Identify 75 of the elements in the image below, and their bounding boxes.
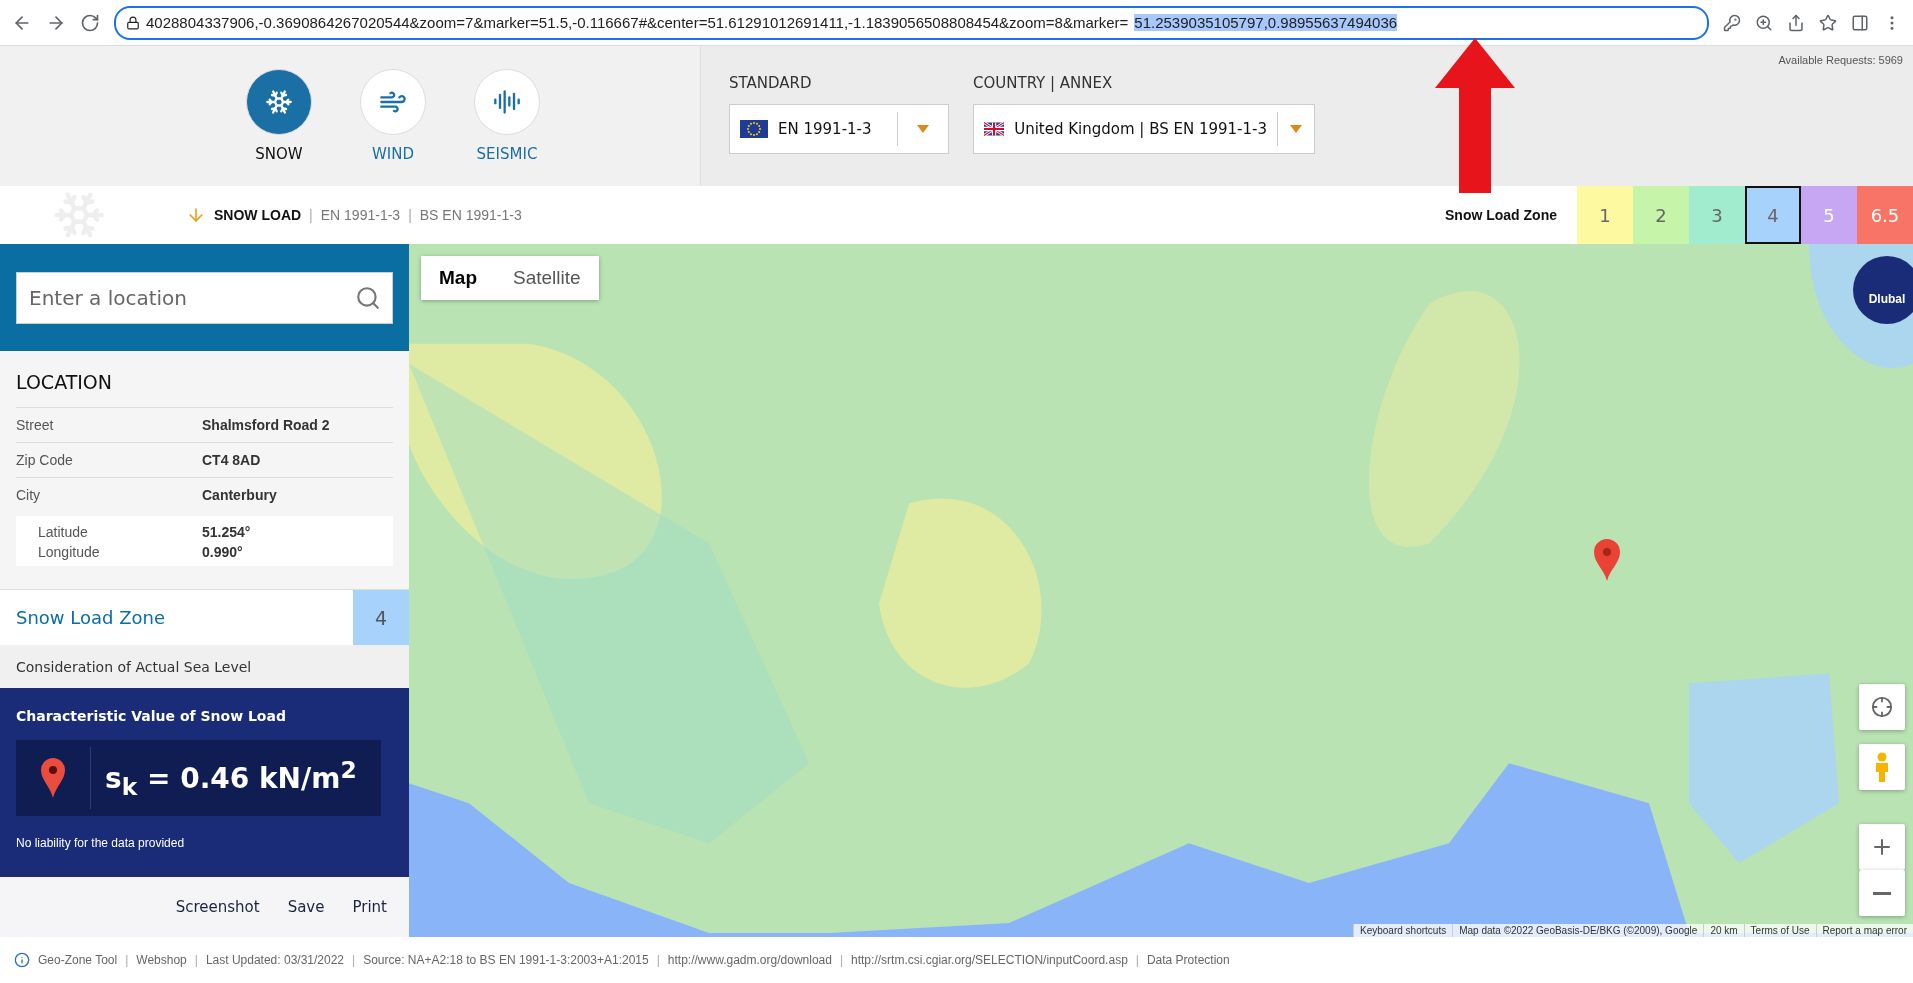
zone-swatch[interactable]: 1	[1577, 186, 1633, 244]
reload-icon[interactable]	[80, 12, 100, 33]
dropdown-label: COUNTRY | ANNEX	[973, 74, 1114, 92]
zoom-in-button[interactable]	[1859, 824, 1905, 870]
select-dropdown[interactable]: EN 1991-1-3	[729, 104, 949, 154]
footer-text: Last Updated: 03/31/2022	[205, 953, 345, 967]
field-value: 51.254°	[202, 524, 252, 540]
zoom-icon[interactable]	[1755, 13, 1773, 32]
action-link[interactable]: Screenshot	[175, 898, 260, 916]
map-type-tab[interactable]: Map	[421, 256, 495, 300]
footer-link[interactable]: Data Protection	[1146, 953, 1230, 967]
snow-load-value: s$_{k}$ = 0.46 kN/m$^{2}$	[104, 755, 357, 801]
waveform-icon	[493, 88, 521, 116]
breadcrumb-title: SNOW LOAD	[214, 207, 302, 223]
breadcrumb-item: EN 1991-1-3	[320, 207, 401, 223]
zone-value: 4	[353, 590, 409, 645]
search-icon[interactable]	[355, 284, 381, 311]
eu-flag-icon	[740, 120, 768, 138]
field-label: Longitude	[38, 544, 101, 560]
action-link[interactable]: Save	[287, 898, 325, 916]
snowflake-icon	[265, 88, 293, 116]
search-field[interactable]: Enter a location	[16, 271, 393, 324]
key-icon[interactable]	[1723, 13, 1741, 32]
available-requests: Available Requests: 5969	[1777, 54, 1904, 68]
footer-link[interactable]: http://www.gadm.org/download	[667, 953, 832, 967]
breadcrumb-item: BS EN 1991-1-3	[419, 207, 522, 223]
action-link[interactable]: Print	[352, 898, 387, 916]
info-icon[interactable]	[14, 952, 30, 968]
zone-title: Snow Load Zone	[15, 606, 167, 630]
field-label: Latitude	[38, 524, 89, 540]
share-icon[interactable]	[1787, 13, 1805, 32]
footer-text: Source: NA+A2:18 to BS EN 1991-1-3:2003+A1:2015	[363, 953, 649, 967]
map-type-tab[interactable]: Satellite	[495, 256, 599, 300]
crosshair-icon	[1871, 696, 1893, 718]
sea-level-option[interactable]: Consideration of Actual Sea Level	[0, 645, 409, 688]
legend-label: Snow Load Zone	[1445, 207, 1557, 223]
caret-icon	[1290, 125, 1302, 133]
separator: |	[1135, 953, 1139, 967]
field-value: CT4 8AD	[202, 452, 262, 468]
minus-icon	[1873, 891, 1891, 895]
location-pin-icon	[1594, 539, 1620, 581]
separator: |	[656, 953, 660, 967]
result-title: Characteristic Value of Snow Load	[16, 708, 287, 724]
separator: |	[839, 953, 844, 967]
caret-icon	[917, 125, 929, 133]
zone-swatch[interactable]: 4	[1745, 186, 1801, 244]
separator: |	[194, 953, 198, 967]
separator: |	[309, 207, 313, 223]
separator: |	[408, 207, 412, 223]
uk-flag-icon	[984, 120, 1005, 138]
footer-link[interactable]: http://srtm.csi.cgiar.org/SELECTION/inputCoord.asp	[851, 953, 1128, 967]
zone-swatch[interactable]: 3	[1689, 186, 1745, 244]
zone-swatch[interactable]: 2	[1633, 186, 1689, 244]
field-label: Street	[16, 417, 55, 433]
map-pin-icon	[41, 758, 65, 798]
disclaimer: No liability for the data provided	[16, 836, 186, 850]
field-value: 0.990°	[202, 544, 244, 560]
footer-link[interactable]: Geo-Zone Tool	[38, 953, 118, 967]
star-icon[interactable]	[1819, 13, 1837, 32]
field-label: City	[16, 487, 42, 503]
section-title: LOCATION	[16, 371, 114, 393]
person-icon	[1874, 752, 1890, 782]
lock-icon	[126, 15, 140, 30]
field-value: Canterbury	[202, 487, 278, 503]
field-value: Shalmsford Road 2	[202, 417, 331, 433]
dropdown-label: STANDARD	[729, 74, 813, 92]
footer-link[interactable]: Webshop	[136, 953, 187, 967]
field-label: Zip Code	[16, 452, 74, 468]
separator: |	[125, 953, 129, 967]
locate-button[interactable]	[1859, 684, 1905, 730]
separator: |	[352, 953, 356, 967]
zoom-out-button[interactable]	[1859, 870, 1905, 916]
side-panel-icon[interactable]	[1851, 13, 1869, 32]
select-dropdown[interactable]: United Kingdom | BS EN 1991-1-3	[973, 104, 1315, 154]
address-bar[interactable]: 4028804337906,-0.3690864267020544&zoom=7&marker=51.5,-0.116667#&center=51.61291012691411,-1.1839056508808454&zoom=8&marker= 51.2539035105797,0.98955637494036	[114, 5, 1709, 40]
